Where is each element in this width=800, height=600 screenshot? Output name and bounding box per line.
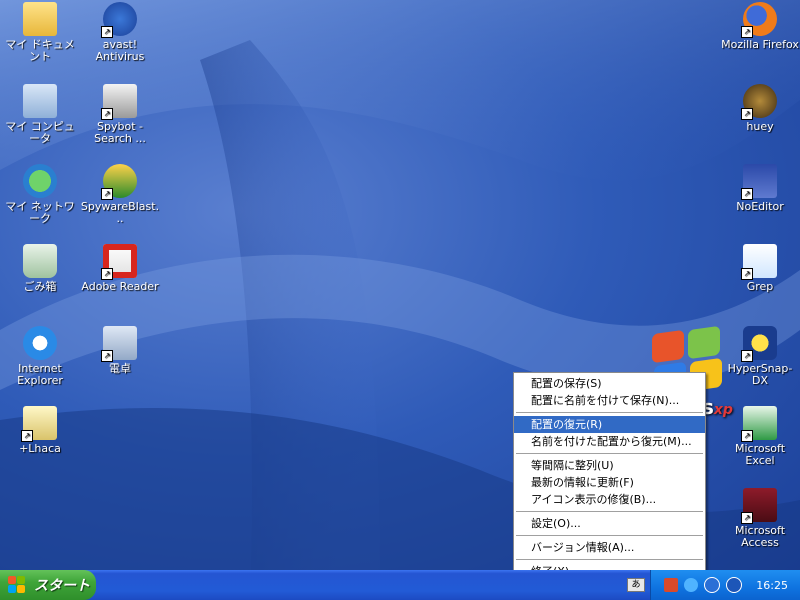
network-tray-icon[interactable]: [684, 578, 699, 592]
desktop-icon-avast[interactable]: ↗ avast! Antivirus: [80, 2, 160, 63]
desktop-icon-firefox[interactable]: ↗ Mozilla Firefox: [720, 2, 800, 51]
menu-item-settings[interactable]: 設定(O)...: [514, 515, 705, 532]
spywareblaster-icon: ↗: [101, 164, 137, 200]
desktop-icon-grep[interactable]: ↗ Grep: [720, 244, 800, 293]
shortcut-arrow-icon: ↗: [101, 350, 113, 362]
spybot-icon: ↗: [101, 84, 137, 120]
menu-separator: [516, 453, 703, 454]
desktop-icon-label: Grep: [746, 280, 774, 293]
desktop-icon-folder[interactable]: マイ ドキュメント: [0, 2, 80, 63]
menu-separator: [516, 559, 703, 560]
archive-icon: ↗: [21, 406, 57, 442]
recycle-bin-icon: [23, 244, 57, 278]
shortcut-arrow-icon: ↗: [741, 268, 753, 280]
avast-icon: ↗: [101, 2, 137, 38]
noeditor-icon: ↗: [741, 164, 777, 200]
access-icon: ↗: [741, 488, 777, 524]
fences-context-menu: 配置の保存(S) 配置に名前を付けて保存(N)... 配置の復元(R) 名前を付…: [513, 372, 706, 586]
menu-separator: [516, 412, 703, 413]
xp-logo-sup: xp: [713, 402, 733, 418]
calculator-icon: ↗: [101, 326, 137, 362]
desktop-icon-noeditor[interactable]: ↗ NoEditor: [720, 164, 800, 213]
hypersnap-icon: ↗: [741, 326, 777, 362]
desktop-icon-spywareblaster[interactable]: ↗ SpywareBlast...: [80, 164, 160, 225]
desktop-icon-huey[interactable]: ↗ huey: [720, 84, 800, 133]
shortcut-arrow-icon: ↗: [741, 512, 753, 524]
info-tray-icon[interactable]: [704, 577, 721, 593]
menu-item-save-layout[interactable]: 配置の保存(S): [514, 375, 705, 392]
menu-item-restore-named-layout[interactable]: 名前を付けた配置から復元(M)...: [514, 433, 705, 450]
desktop-icon-spybot[interactable]: ↗ Spybot - Search ...: [80, 84, 160, 145]
desktop-icon-label: SpywareBlast...: [80, 200, 160, 225]
desktop-icon-calculator[interactable]: ↗ 電卓: [80, 326, 160, 375]
menu-separator: [516, 535, 703, 536]
shortcut-arrow-icon: ↗: [101, 188, 113, 200]
start-button[interactable]: スタート: [0, 570, 96, 600]
firefox-icon: ↗: [741, 2, 777, 38]
folder-icon: [23, 2, 57, 36]
lhaca-tray-icon[interactable]: [664, 578, 679, 592]
desktop-icon-label: マイ ドキュメント: [5, 38, 75, 63]
menu-item-restore-layout[interactable]: 配置の復元(R): [514, 416, 705, 433]
menu-item-align-evenly[interactable]: 等間隔に整列(U): [514, 457, 705, 474]
desktop-icon-label: マイ ネットワーク: [5, 200, 75, 225]
desktop-icon-hypersnap[interactable]: ↗ HyperSnap-DX: [720, 326, 800, 387]
desktop-icon-label: Internet Explorer: [17, 362, 63, 387]
huey-icon: ↗: [741, 84, 777, 120]
desktop-icon-label: Mozilla Firefox: [721, 38, 799, 51]
menu-item-version-info[interactable]: バージョン情報(A)...: [514, 539, 705, 556]
desktop-icon-label: Microsoft Access: [734, 524, 786, 549]
desktop-icon-label: NoEditor: [736, 200, 784, 213]
internet-explorer-icon: [23, 326, 57, 360]
shortcut-arrow-icon: ↗: [741, 350, 753, 362]
desktop-icon-archive[interactable]: ↗ +Lhaca: [0, 406, 80, 455]
shortcut-arrow-icon: ↗: [741, 108, 753, 120]
desktop-icon-access[interactable]: ↗ Microsoft Access: [720, 488, 800, 549]
desktop-icon-label: 電卓: [109, 362, 131, 375]
avast-tray-icon[interactable]: [726, 577, 743, 593]
desktop-icon-adobe-reader[interactable]: ↗ Adobe Reader: [80, 244, 160, 293]
desktop-icon-label: +Lhaca: [19, 442, 61, 455]
windows-xp-logo-text: sxp: [702, 395, 733, 419]
menu-item-refresh[interactable]: 最新の情報に更新(F): [514, 474, 705, 491]
desktop-icon-internet-explorer[interactable]: Internet Explorer: [0, 326, 80, 387]
desktop-icon-label: HyperSnap-DX: [727, 362, 793, 387]
computer-icon: [23, 84, 57, 118]
shortcut-arrow-icon: ↗: [741, 188, 753, 200]
desktop-icon-network[interactable]: マイ ネットワーク: [0, 164, 80, 225]
desktop-icon-recycle-bin[interactable]: ごみ箱: [0, 244, 80, 293]
taskbar: スタート あ 16:25: [0, 570, 800, 600]
desktop-icon-label: Spybot - Search ...: [94, 120, 146, 145]
clock[interactable]: 16:25: [756, 579, 788, 592]
desktop-icon-label: Microsoft Excel: [734, 442, 786, 467]
grep-icon: ↗: [741, 244, 777, 280]
menu-item-save-layout-as[interactable]: 配置に名前を付けて保存(N)...: [514, 392, 705, 409]
desktop-icon-label: ごみ箱: [23, 280, 57, 293]
excel-icon: ↗: [741, 406, 777, 442]
keyboard-indicator-icon[interactable]: あ: [627, 578, 645, 592]
shortcut-arrow-icon: ↗: [101, 108, 113, 120]
start-label: スタート: [34, 578, 90, 594]
shortcut-arrow-icon: ↗: [101, 268, 113, 280]
windows-logo-icon: [8, 576, 26, 594]
shortcut-arrow-icon: ↗: [741, 430, 753, 442]
shortcut-arrow-icon: ↗: [741, 26, 753, 38]
shortcut-arrow-icon: ↗: [21, 430, 33, 442]
desktop-icon-computer[interactable]: マイ コンピュータ: [0, 84, 80, 145]
desktop-icon-label: マイ コンピュータ: [5, 120, 75, 145]
system-tray: あ 16:25: [627, 570, 800, 600]
shortcut-arrow-icon: ↗: [101, 26, 113, 38]
menu-item-repair-icons[interactable]: アイコン表示の修復(B)...: [514, 491, 705, 508]
adobe-reader-icon: ↗: [101, 244, 137, 280]
desktop-icon-label: huey: [746, 120, 774, 133]
menu-separator: [516, 511, 703, 512]
network-icon: [23, 164, 57, 198]
desktop-icon-label: Adobe Reader: [81, 280, 159, 293]
desktop-icon-label: avast! Antivirus: [95, 38, 145, 63]
